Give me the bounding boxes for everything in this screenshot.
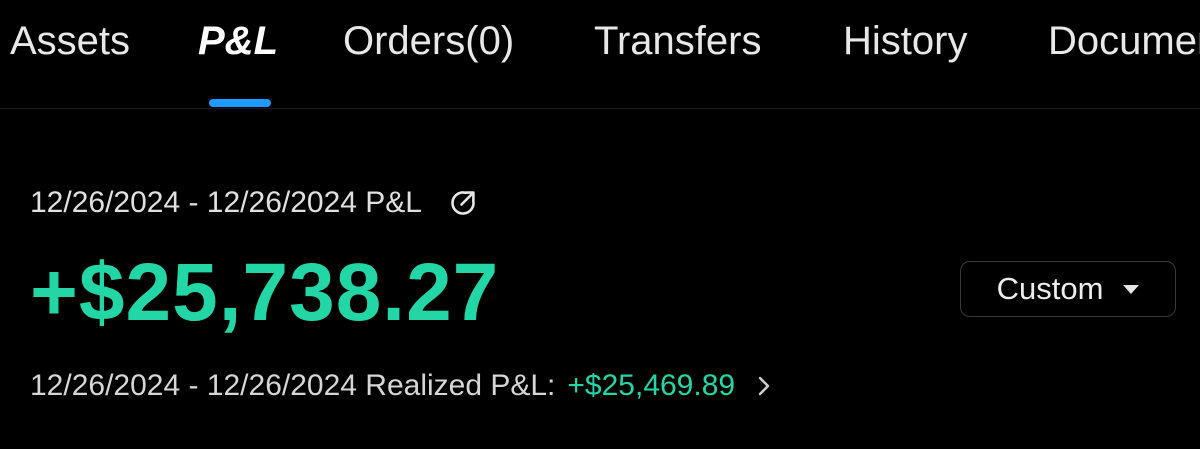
tab-orders[interactable]: Orders(0) xyxy=(343,18,514,64)
date-range-dropdown[interactable]: Custom xyxy=(960,261,1176,317)
pnl-period-header: 12/26/2024 - 12/26/2024 P&L xyxy=(30,183,478,223)
tab-transfers[interactable]: Transfers xyxy=(594,18,761,64)
realized-pnl-row[interactable]: 12/26/2024 - 12/26/2024 Realized P&L: +$… xyxy=(30,364,771,408)
tab-assets[interactable]: Assets xyxy=(10,18,130,64)
pnl-period-label: 12/26/2024 - 12/26/2024 P&L xyxy=(30,186,422,219)
tab-documents[interactable]: Documents xyxy=(1048,18,1200,64)
caret-down-icon xyxy=(1123,284,1140,294)
tab-history[interactable]: History xyxy=(843,18,967,64)
share-icon[interactable] xyxy=(448,188,478,218)
chevron-right-icon xyxy=(757,375,771,397)
realized-pnl-value: +$25,469.89 xyxy=(567,369,736,402)
tab-pnl[interactable]: P&L xyxy=(198,18,278,64)
total-pnl-value: +$25,738.27 xyxy=(30,247,500,338)
tab-bar: Assets P&L Orders(0) Transfers History D… xyxy=(0,0,1200,109)
active-tab-indicator xyxy=(209,99,271,107)
realized-pnl-label: 12/26/2024 - 12/26/2024 Realized P&L: xyxy=(30,369,556,402)
date-range-selected: Custom xyxy=(996,271,1104,306)
